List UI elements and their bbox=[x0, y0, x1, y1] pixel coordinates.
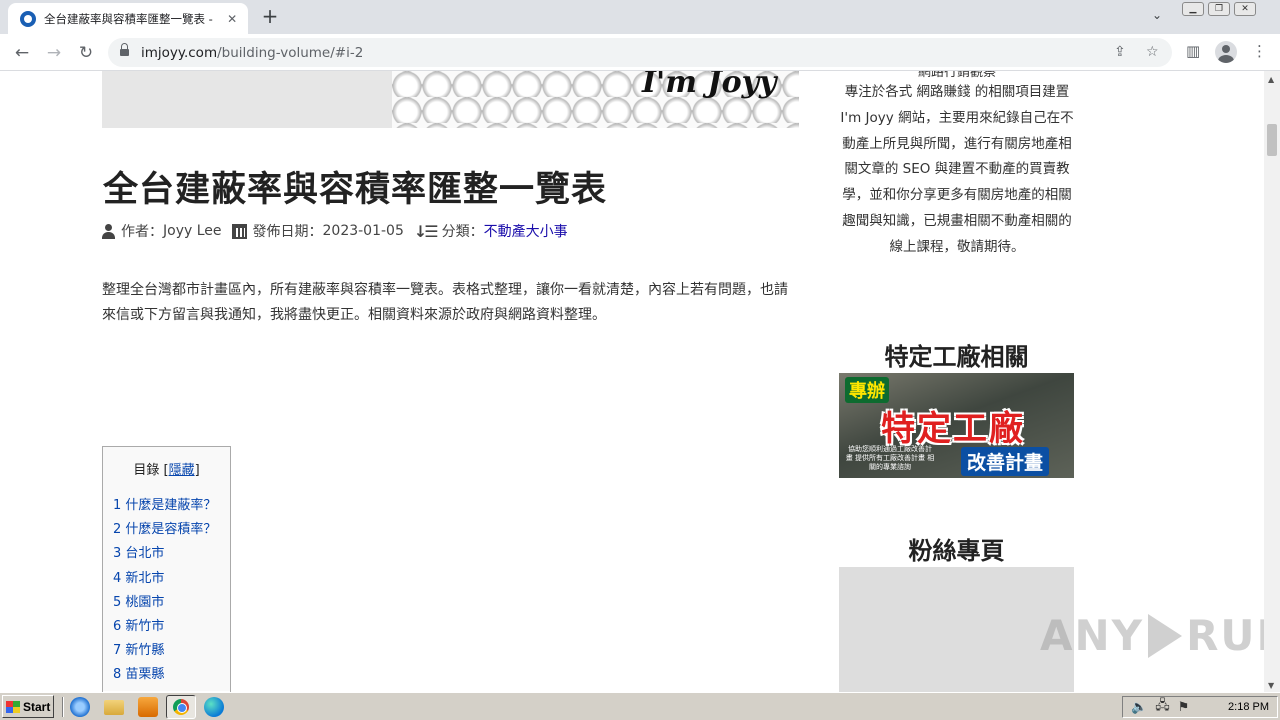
window-controls: ▁ ❐ ✕ bbox=[1182, 2, 1256, 16]
close-window-button[interactable]: ✕ bbox=[1234, 2, 1256, 16]
ad-main-text: 特定工廠 bbox=[881, 409, 1025, 449]
factory-ad-banner[interactable]: 專辦 特定工廠 協助您順利通過工廠改善計畫 提供所有工廠改善計畫 相關的專業諮詢… bbox=[839, 373, 1074, 478]
close-tab-icon[interactable]: ✕ bbox=[224, 12, 240, 26]
site-favicon-icon bbox=[20, 10, 36, 27]
system-tray: 🔈 🖧 ⚑ 2:18 PM bbox=[1122, 696, 1278, 718]
start-button[interactable]: Start bbox=[2, 695, 54, 718]
scroll-thumb[interactable] bbox=[1267, 124, 1277, 156]
volume-icon[interactable]: 🔈 bbox=[1131, 700, 1147, 715]
category-label: 分類： bbox=[441, 224, 484, 240]
page-viewport: I'm Joyy 全台建蔽率與容積率匯整一覽表 作者： Joyy Lee 發佈日… bbox=[0, 71, 1264, 692]
windows-logo-icon bbox=[6, 700, 20, 713]
ad-sub-text: 改善計畫 bbox=[961, 447, 1050, 476]
scroll-down-icon[interactable]: ▼ bbox=[1268, 681, 1274, 690]
browser-toolbar: ← → ↻ imjoyy.com/building-volume/#i-2 ⇪ … bbox=[0, 34, 1280, 71]
author-icon bbox=[102, 223, 115, 239]
toc-item[interactable]: 8 苗栗縣 bbox=[113, 663, 220, 687]
toc-item[interactable]: 4 新北市 bbox=[113, 567, 220, 591]
forward-arrow-icon[interactable]: → bbox=[43, 42, 65, 64]
hero-brand-text: I'm Joyy bbox=[642, 71, 777, 100]
flag-icon[interactable]: ⚑ bbox=[1178, 700, 1190, 715]
start-label: Start bbox=[23, 699, 51, 714]
bookmark-star-icon[interactable]: ☆ bbox=[1146, 44, 1159, 60]
publish-date: 2023-01-05 bbox=[322, 223, 404, 239]
side-panel-icon[interactable]: ▥ bbox=[1186, 42, 1200, 60]
back-arrow-icon[interactable]: ← bbox=[11, 42, 33, 64]
browser-tab[interactable]: 全台建蔽率與容積率匯整一覽表 - I'm Joyy ✕ bbox=[8, 3, 248, 34]
ad-tag: 專辦 bbox=[845, 377, 889, 403]
new-tab-button[interactable]: + bbox=[260, 6, 280, 26]
ad-small-text: 協助您順利通過工廠改善計畫 提供所有工廠改善計畫 相關的專業諮詢 bbox=[845, 445, 935, 471]
tab-title: 全台建蔽率與容積率匯整一覽表 - I'm Joyy bbox=[44, 11, 216, 26]
toc-item[interactable]: 1 什麼是建蔽率？ bbox=[113, 494, 220, 518]
restore-button[interactable]: ❐ bbox=[1208, 2, 1230, 16]
toc-title: 目錄 bbox=[133, 463, 160, 478]
toc-header: 目錄 [隱藏] bbox=[113, 459, 220, 478]
folder-icon[interactable] bbox=[104, 700, 124, 715]
toc-item[interactable]: 2 什麼是容積率？ bbox=[113, 518, 220, 542]
toc-hide-link[interactable]: 隱藏 bbox=[169, 463, 195, 478]
toc-item[interactable]: 5 桃園市 bbox=[113, 591, 220, 615]
tab-search-chevron-icon[interactable]: ⌄ bbox=[1152, 8, 1162, 22]
share-icon[interactable]: ⇪ bbox=[1114, 44, 1126, 60]
clock: 2:18 PM bbox=[1228, 701, 1269, 713]
chrome-icon bbox=[173, 699, 189, 715]
category-link[interactable]: 不動產大小事 bbox=[484, 221, 568, 241]
factory-heading: 特定工廠相關 bbox=[884, 343, 1029, 371]
author-label: 作者： bbox=[121, 224, 163, 240]
url-host: imjoyy.com bbox=[141, 44, 218, 61]
watermark-left: ANY bbox=[1040, 611, 1145, 660]
watermark-right: RUN bbox=[1186, 611, 1264, 660]
taskbar: Start 🔈 🖧 ⚑ 2:18 PM bbox=[0, 692, 1280, 720]
reload-icon[interactable]: ↻ bbox=[75, 42, 97, 64]
fan-page-embed[interactable] bbox=[839, 567, 1074, 692]
category-sort-icon: ↓☰ bbox=[413, 221, 439, 241]
url-path: /building-volume/#i-2 bbox=[217, 44, 364, 61]
network-icon[interactable]: 🖧 bbox=[1155, 696, 1170, 718]
fans-heading: 粉絲專頁 bbox=[908, 537, 1005, 565]
watermark-logo: ANY RUN bbox=[1040, 611, 1264, 660]
chrome-taskbar-button[interactable] bbox=[166, 695, 196, 719]
date-label: 發佈日期： bbox=[252, 224, 323, 240]
page-title: 全台建蔽率與容積率匯整一覽表 bbox=[103, 170, 608, 210]
about-text: 專注於各式 網路賺錢 的相關項目建置 I'm Joyy 網站，主要用來紀錄自己在… bbox=[840, 84, 1074, 255]
post-meta: 作者： Joyy Lee 發佈日期： 2023-01-05 ↓☰ 分類： 不動產… bbox=[102, 221, 568, 241]
internet-explorer-icon[interactable] bbox=[70, 697, 90, 717]
minimize-button[interactable]: ▁ bbox=[1182, 2, 1204, 16]
profile-avatar-icon[interactable] bbox=[1215, 41, 1237, 63]
sidebar-cut-heading: 網路行銷觀察 bbox=[917, 71, 996, 80]
tab-strip: 全台建蔽率與容積率匯整一覽表 - I'm Joyy ✕ + ⌄ ▁ ❐ ✕ bbox=[0, 0, 1280, 34]
intro-paragraph: 整理全台灣都市計畫區內，所有建蔽率與容積率一覽表。表格式整理，讓你一看就清楚，內… bbox=[102, 282, 788, 323]
calendar-icon bbox=[231, 223, 247, 239]
play-icon bbox=[1148, 613, 1183, 658]
toc-item[interactable]: 7 新竹縣 bbox=[113, 639, 220, 663]
toc-item[interactable]: 3 台北市 bbox=[113, 542, 220, 566]
scroll-up-icon[interactable]: ▲ bbox=[1268, 75, 1274, 84]
edge-icon[interactable] bbox=[204, 697, 224, 717]
hero-banner: I'm Joyy bbox=[102, 71, 799, 128]
address-bar[interactable]: imjoyy.com/building-volume/#i-2 ⇪ ☆ bbox=[108, 38, 1172, 67]
lock-icon[interactable] bbox=[120, 42, 129, 58]
table-of-contents: 目錄 [隱藏] 1 什麼是建蔽率？ 2 什麼是容積率？ 3 台北市 4 新北市 … bbox=[102, 446, 231, 692]
toc-item[interactable]: 6 新竹市 bbox=[113, 615, 220, 639]
toc-bracket: ] bbox=[194, 463, 200, 478]
menu-kebab-icon[interactable]: ⋮ bbox=[1252, 42, 1267, 60]
page-scrollbar[interactable]: ▲ ▼ bbox=[1264, 71, 1280, 692]
media-player-icon[interactable] bbox=[138, 697, 158, 717]
author-name: Joyy Lee bbox=[163, 223, 222, 239]
